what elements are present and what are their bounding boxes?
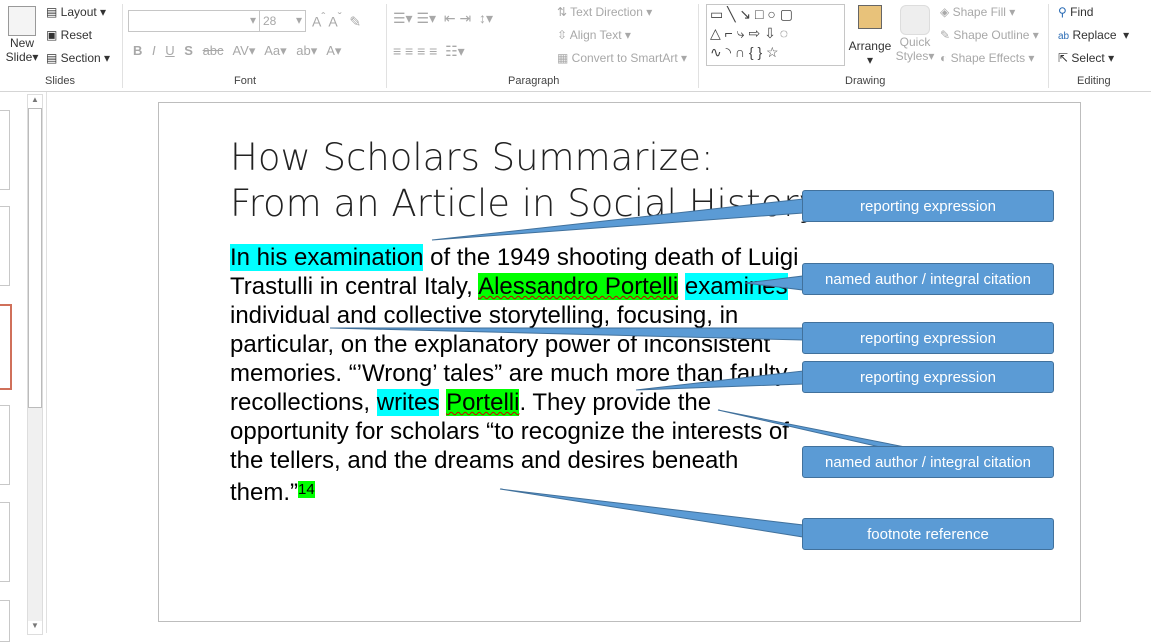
connector-2 <box>744 275 804 291</box>
callout-footnote-reference[interactable]: footnote reference <box>802 518 1054 550</box>
callout-reporting-expression[interactable]: reporting expression <box>802 361 1054 393</box>
callout-reporting-expression[interactable]: reporting expression <box>802 190 1054 222</box>
callout-reporting-expression[interactable]: reporting expression <box>802 322 1054 354</box>
connector-3 <box>329 327 804 341</box>
callout-named-author[interactable]: named author / integral citation <box>802 263 1054 295</box>
connector-1 <box>431 198 804 241</box>
connector-6 <box>499 488 804 538</box>
callout-named-author[interactable]: named author / integral citation <box>802 446 1054 478</box>
connector-4 <box>635 370 804 391</box>
connector-5 <box>717 409 906 448</box>
